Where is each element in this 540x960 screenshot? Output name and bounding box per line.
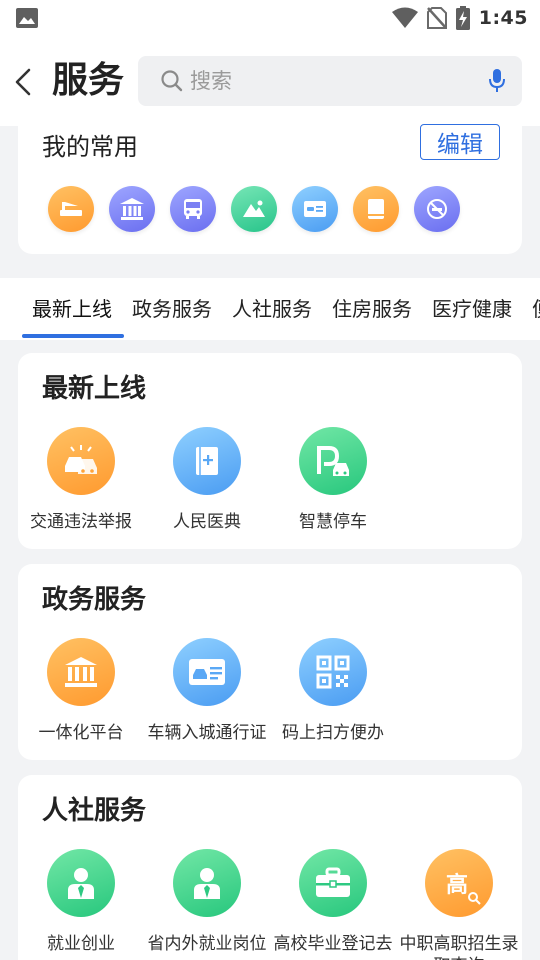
tab-housing[interactable]: 住房服务 <box>332 294 412 324</box>
microphone-icon[interactable] <box>488 68 506 94</box>
service-people-medical-book[interactable]: 人民医典 <box>144 427 270 533</box>
favorites-icon-row <box>48 186 460 232</box>
vehicle-permit-icon <box>173 638 241 706</box>
employee-icon <box>47 849 115 917</box>
chevron-left-icon <box>15 68 31 96</box>
service-traffic-violation-report[interactable]: 交通违法举报 <box>18 427 144 533</box>
section-title: 最新上线 <box>42 374 147 404</box>
highway-icon[interactable] <box>48 186 94 232</box>
government-building-icon[interactable] <box>109 186 155 232</box>
tab-social-security[interactable]: 人社服务 <box>232 294 312 324</box>
service-employment-entrepreneurship[interactable]: 就业创业 <box>18 849 144 955</box>
search-input[interactable] <box>190 64 470 98</box>
header: 服务 <box>0 38 540 126</box>
service-label: 高校毕业登记去 <box>273 934 393 954</box>
admission-badge-text: 高 <box>445 873 468 898</box>
category-tabs: 最新上线 政务服务 人社服务 住房服务 医疗健康 便 <box>0 278 540 340</box>
qr-code-icon <box>299 638 367 706</box>
tab-convenience[interactable]: 便 <box>532 294 540 324</box>
service-label: 中职高职招生录取查询 <box>399 934 519 960</box>
service-vocational-admission-query[interactable]: 高 中职高职招生录取查询 <box>396 849 522 960</box>
book-icon[interactable] <box>353 186 399 232</box>
my-favorites-card: 我的常用 编辑 <box>18 122 522 254</box>
page-title: 服务 <box>52 60 125 101</box>
section-card-newest: 最新上线 交通违法举报 人民医典 智慧停车 <box>18 353 522 549</box>
vehicle-permit-icon[interactable] <box>292 186 338 232</box>
briefcase-icon <box>299 849 367 917</box>
tab-newest[interactable]: 最新上线 <box>32 294 112 324</box>
wifi-icon <box>391 7 418 28</box>
image-notification-icon <box>16 8 38 28</box>
parking-icon <box>299 427 367 495</box>
edit-button[interactable]: 编辑 <box>420 124 500 160</box>
medical-book-icon <box>173 427 241 495</box>
search-bar[interactable] <box>138 56 522 106</box>
service-vehicle-city-permit[interactable]: 车辆入城通行证 <box>144 638 270 744</box>
service-label: 码上扫方便办 <box>282 723 384 743</box>
service-label: 就业创业 <box>47 934 115 954</box>
service-label: 智慧停车 <box>299 512 367 532</box>
status-time: 1:45 <box>478 7 528 29</box>
battery-charging-icon <box>455 6 470 30</box>
service-graduate-registration[interactable]: 高校毕业登记去 <box>270 849 396 955</box>
no-sim-icon <box>426 7 447 29</box>
tab-government[interactable]: 政务服务 <box>132 294 212 324</box>
section-card-social-security: 人社服务 就业创业 省内外就业岗位 高校毕业登记去 高 中职高职招生录取查询 <box>18 775 522 960</box>
service-job-positions[interactable]: 省内外就业岗位 <box>144 849 270 955</box>
traffic-violation-icon <box>47 427 115 495</box>
service-label: 人民医典 <box>173 512 241 532</box>
section-card-government: 政务服务 一体化平台 车辆入城通行证 码上扫方便办 <box>18 564 522 760</box>
service-integrated-platform[interactable]: 一体化平台 <box>18 638 144 744</box>
search-icon <box>161 70 183 92</box>
tab-healthcare[interactable]: 医疗健康 <box>432 294 512 324</box>
section-title: 政务服务 <box>42 585 147 615</box>
service-label: 交通违法举报 <box>30 512 132 532</box>
back-button[interactable] <box>8 62 38 102</box>
education-search-icon: 高 <box>425 849 493 917</box>
employee-icon <box>173 849 241 917</box>
active-tab-indicator <box>22 334 124 338</box>
government-building-icon <box>47 638 115 706</box>
favorites-title: 我的常用 <box>42 133 138 161</box>
section-title: 人社服务 <box>42 796 147 826</box>
bus-icon[interactable] <box>170 186 216 232</box>
landscape-icon[interactable] <box>231 186 277 232</box>
service-label: 一体化平台 <box>38 723 124 743</box>
service-smart-parking[interactable]: 智慧停车 <box>270 427 396 533</box>
service-label: 省内外就业岗位 <box>147 934 267 954</box>
service-scan-code-convenience[interactable]: 码上扫方便办 <box>270 638 396 744</box>
status-bar: 1:45 <box>0 0 540 38</box>
no-smoking-icon[interactable] <box>414 186 460 232</box>
service-label: 车辆入城通行证 <box>147 723 267 743</box>
